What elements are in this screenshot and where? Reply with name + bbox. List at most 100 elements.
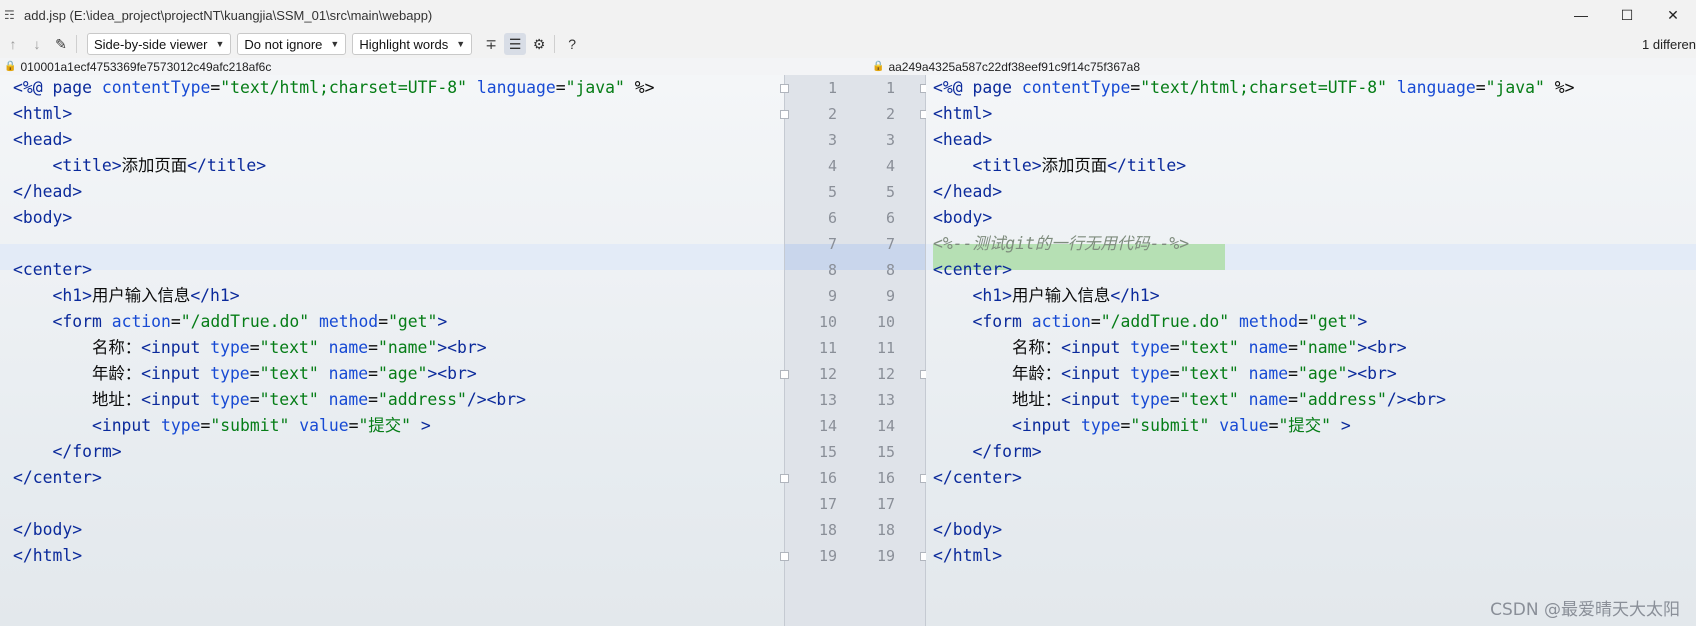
code-token: <title> (972, 156, 1042, 175)
code-line-9: <h1>用户输入信息</h1> (933, 283, 1159, 309)
right-line-number: 4 (885, 157, 895, 175)
code-token: name (1248, 364, 1289, 383)
diff-app-icon: ☶ (4, 8, 15, 22)
code-token: = (1090, 312, 1101, 331)
code-token: <input (1061, 390, 1131, 409)
help-icon[interactable]: ? (561, 33, 583, 55)
code-token: 年龄： (1011, 364, 1062, 383)
ignore-select[interactable]: Do not ignore ▼ (237, 33, 347, 55)
code-token: "age" (1298, 364, 1348, 383)
code-line-13: 地址：<input type="text" name="address"/><b… (13, 387, 526, 413)
code-token: 添加页面 (1041, 156, 1108, 175)
minimize-icon[interactable]: — (1558, 0, 1604, 30)
left-line-number: 1 (827, 79, 837, 97)
viewer-select[interactable]: Side-by-side viewer ▼ (87, 33, 232, 55)
code-token: page (52, 78, 102, 97)
code-token: "提交" (358, 416, 411, 435)
code-line-4: <title>添加页面</title> (933, 153, 1186, 179)
fold-marker-icon[interactable] (780, 370, 789, 379)
code-token: </title> (187, 156, 267, 175)
highlight-select[interactable]: Highlight words ▼ (352, 33, 473, 55)
code-token: type (161, 416, 201, 435)
fold-marker-icon[interactable] (780, 552, 789, 561)
code-line-11: 名称：<input type="text" name="name"><br> (13, 335, 487, 361)
watermark: CSDN @最爱晴天大太阳 (1490, 600, 1680, 620)
code-line-10: <form action="/addTrue.do" method="get"> (933, 309, 1367, 335)
ignore-select-label: Do not ignore (244, 36, 323, 52)
code-line-15: </form> (13, 439, 121, 465)
code-token: = (1288, 364, 1299, 383)
arrow-up-icon[interactable]: ↑ (2, 33, 24, 55)
close-icon[interactable]: ✕ (1650, 0, 1696, 30)
right-line-number: 2 (885, 105, 895, 123)
code-line-14: <input type="submit" value="提交" > (933, 413, 1351, 439)
right-editor-pane[interactable]: <%@ page contentType="text/html;charset=… (926, 75, 1696, 626)
code-token: /><br> (1386, 390, 1447, 409)
differences-count: 1 differen (1642, 30, 1696, 58)
code-line-12: 年龄：<input type="text" name="age"><br> (933, 361, 1397, 387)
settings-icon[interactable]: ⚙ (528, 33, 550, 55)
differences-count-label: 1 differen (1642, 36, 1696, 52)
right-line-number: 3 (885, 131, 895, 149)
code-line-5: </head> (933, 182, 1003, 201)
window-controls: — ☐ ✕ (1558, 0, 1696, 30)
code-token: = (1169, 338, 1180, 357)
code-token: = (1268, 416, 1279, 435)
code-token: %> (1544, 78, 1575, 97)
code-token: "java" (565, 78, 625, 97)
code-line-6: <body> (933, 208, 993, 227)
collapse-icon[interactable]: ∓ (480, 33, 502, 55)
fold-marker-icon[interactable] (780, 84, 789, 93)
code-token: "text" (1179, 364, 1239, 383)
code-line-6: <body> (13, 208, 73, 227)
right-line-number: 1 (885, 79, 895, 97)
code-line-9: <h1>用户输入信息</h1> (13, 283, 239, 309)
code-token: = (1169, 390, 1180, 409)
sync-scroll-icon[interactable]: ☰ (504, 33, 527, 55)
code-token: = (210, 78, 221, 97)
code-line-1: <%@ page contentType="text/html;charset=… (933, 75, 1575, 101)
title-bar: ☶ add.jsp (E:\idea_project\projectNT\kua… (0, 0, 1696, 30)
code-token: = (249, 390, 260, 409)
code-line-15: </form> (933, 439, 1041, 465)
arrow-down-icon[interactable]: ↓ (26, 33, 48, 55)
left-line-number: 19 (818, 547, 837, 565)
lock-icon: 🔒 (872, 61, 885, 72)
fold-marker-icon[interactable] (780, 110, 789, 119)
fold-marker-icon[interactable] (780, 474, 789, 483)
code-line-7-added-comment: <%--测试git的一行无用代码--%> (933, 234, 1190, 253)
maximize-icon[interactable]: ☐ (1604, 0, 1650, 30)
code-token: > (1357, 312, 1368, 331)
code-token: = (200, 416, 211, 435)
line-number-gutter: 1 1 2 2 3 3 4 4 5 5 6 6 7 7 8 8 9 9 10 10 11 11 12 12 13 13 14 14 15… (780, 75, 929, 626)
edit-icon[interactable]: ✎ (50, 33, 72, 55)
right-revision-header: 🔒 aa249a4325a587c22df38eef91c9f14c75f367… (872, 58, 1140, 75)
left-editor-pane[interactable]: <%@ page contentType="text/html;charset=… (0, 75, 784, 626)
code-token: = (368, 338, 379, 357)
code-token: ><br> (437, 338, 487, 357)
chevron-down-icon: ▼ (456, 39, 466, 49)
left-line-number: 3 (827, 131, 837, 149)
code-token: type (210, 338, 250, 357)
code-token: "text/html;charset=UTF-8" (1140, 78, 1387, 97)
left-line-number: 18 (818, 521, 837, 539)
right-line-number: 17 (876, 495, 895, 513)
code-token: = (170, 312, 181, 331)
left-line-number: 4 (827, 157, 837, 175)
left-line-number: 8 (827, 261, 837, 279)
code-token: = (249, 338, 260, 357)
code-token: value (1219, 416, 1269, 435)
highlight-select-label: Highlight words (359, 36, 449, 52)
right-line-number: 19 (876, 547, 895, 565)
code-token: 地址： (1011, 390, 1062, 409)
